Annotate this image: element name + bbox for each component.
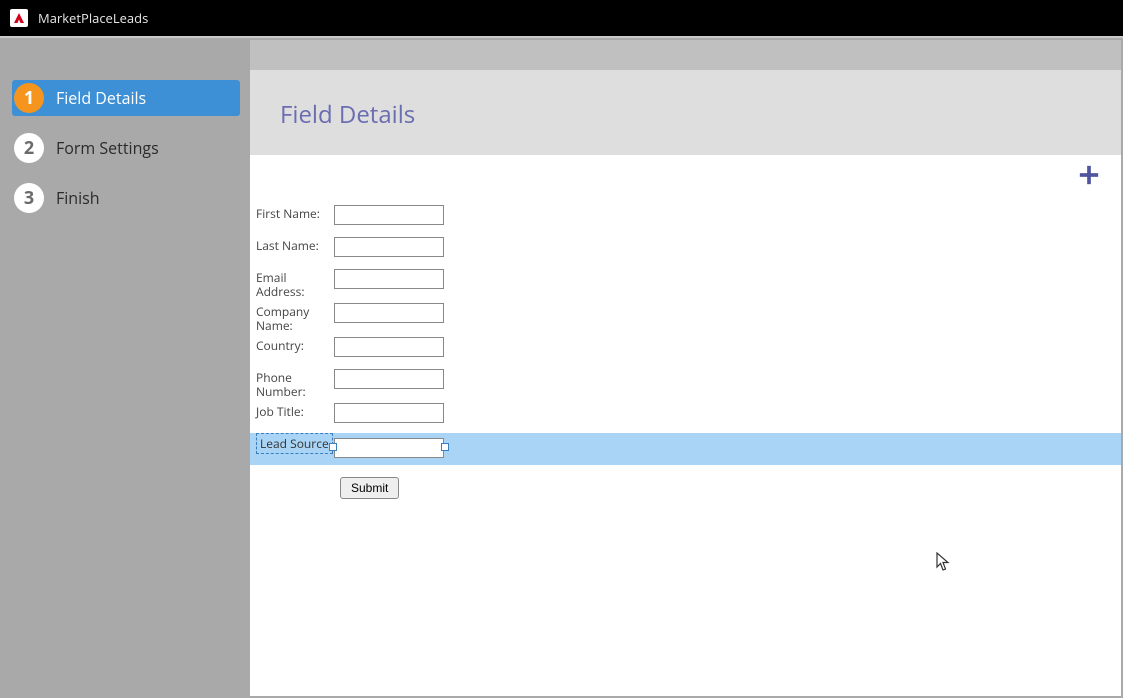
last-name-input[interactable] <box>334 237 444 257</box>
field-row-company[interactable]: Company Name: <box>250 301 1121 335</box>
step-number-badge: 1 <box>14 83 44 113</box>
titlebar: MarketPlaceLeads <box>0 0 1123 38</box>
email-input[interactable] <box>334 269 444 289</box>
step-label: Form Settings <box>56 137 159 159</box>
field-row-phone[interactable]: Phone Number: <box>250 367 1121 401</box>
lead-source-input[interactable] <box>334 438 444 458</box>
wizard-step-finish[interactable]: 3 Finish <box>12 180 240 216</box>
field-row-email[interactable]: Email Address: <box>250 267 1121 301</box>
wizard-step-form-settings[interactable]: 2 Form Settings <box>12 130 240 166</box>
field-label: Job Title: <box>256 403 334 419</box>
step-number-badge: 3 <box>14 183 44 213</box>
page-title: Field Details <box>280 98 1091 131</box>
submit-button[interactable]: Submit <box>340 477 399 499</box>
field-label: Country: <box>256 337 334 353</box>
step-label: Field Details <box>56 87 146 109</box>
phone-input[interactable] <box>334 369 444 389</box>
field-label: Last Name: <box>256 237 334 253</box>
field-label: Lead Source <box>256 435 334 451</box>
fields-list: First Name: Last Name: Email Address: Co… <box>250 165 1121 499</box>
plus-icon <box>1078 164 1100 186</box>
wizard-step-field-details[interactable]: 1 Field Details <box>12 80 240 116</box>
step-label: Finish <box>56 187 100 209</box>
field-row-first-name[interactable]: First Name: <box>250 203 1121 235</box>
job-title-input[interactable] <box>334 403 444 423</box>
page-header: Field Details <box>250 70 1121 155</box>
form-canvas: First Name: Last Name: Email Address: Co… <box>250 155 1121 696</box>
field-label-editbox[interactable]: Lead Source <box>256 433 333 454</box>
first-name-input[interactable] <box>334 205 444 225</box>
field-row-job-title[interactable]: Job Title: <box>250 401 1121 433</box>
field-label: Email Address: <box>256 269 334 299</box>
field-row-last-name[interactable]: Last Name: <box>250 235 1121 267</box>
company-input[interactable] <box>334 303 444 323</box>
field-label: Company Name: <box>256 303 334 333</box>
step-number-badge: 2 <box>14 133 44 163</box>
main-panel: Field Details First Name: Last Name: <box>250 40 1121 696</box>
header-spacer <box>250 40 1121 70</box>
app-logo <box>10 9 28 27</box>
app-title: MarketPlaceLeads <box>38 9 148 27</box>
field-label: Phone Number: <box>256 369 334 399</box>
workspace: 1 Field Details 2 Form Settings 3 Finish… <box>0 38 1123 698</box>
country-input[interactable] <box>334 337 444 357</box>
add-field-button[interactable] <box>1075 161 1103 189</box>
submit-row: Submit <box>256 465 1121 499</box>
field-label: First Name: <box>256 205 334 221</box>
wizard-sidebar: 1 Field Details 2 Form Settings 3 Finish <box>2 40 250 696</box>
field-row-lead-source[interactable]: Lead Source <box>250 433 1121 465</box>
input-selection-handles[interactable] <box>334 435 444 458</box>
field-row-country[interactable]: Country: <box>250 335 1121 367</box>
